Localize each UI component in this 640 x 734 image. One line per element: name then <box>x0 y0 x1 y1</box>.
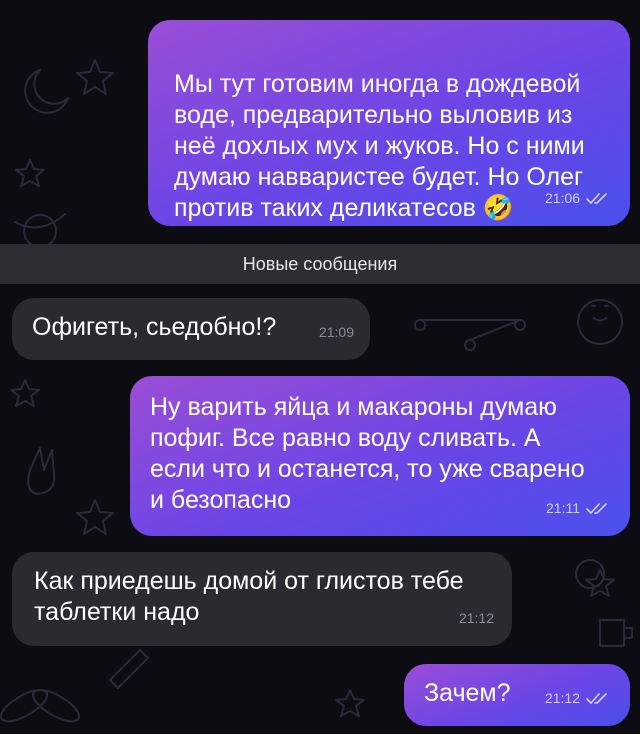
star-icon <box>335 689 365 717</box>
message-meta: 21:12 <box>545 683 610 714</box>
new-messages-divider: Новые сообщения <box>0 244 640 284</box>
star-icon <box>10 379 40 407</box>
message-meta: 21:06 <box>545 183 610 214</box>
hand-icon <box>27 447 56 495</box>
message-text: Как приедешь домой от глистов тебе табле… <box>34 567 464 626</box>
dog-icon <box>577 299 624 345</box>
planet-icon <box>14 213 66 248</box>
message-meta: 21:11 <box>546 493 610 524</box>
rocket-icon <box>109 649 149 689</box>
message-meta: 21:12 <box>459 603 494 634</box>
message-meta: 21:09 <box>319 317 354 348</box>
divider-label: Новые сообщения <box>242 253 398 274</box>
message-time: 21:12 <box>544 690 580 706</box>
message-bubble-incoming[interactable]: Как приедешь домой от глистов тебе табле… <box>12 552 512 646</box>
rofl-emoji: 🤣 <box>482 194 515 222</box>
message-bubble-outgoing[interactable]: Мы тут готовим иногда в дождевой воде, п… <box>148 20 630 226</box>
message-time: 21:09 <box>318 324 354 340</box>
message-bubble-outgoing[interactable]: Ну варить яйца и макароны думаю пофиг. В… <box>130 376 630 536</box>
star-icon <box>15 159 45 187</box>
message-text: Ну варить яйца и макароны думаю пофиг. В… <box>150 393 585 514</box>
star-icon <box>76 499 114 535</box>
moon-icon <box>24 69 69 114</box>
star-icon <box>76 59 114 95</box>
message-bubble-incoming[interactable]: Офигеть, сьедобно!? 21:09 <box>12 298 370 360</box>
double-check-icon <box>586 192 607 204</box>
message-text: Офигеть, сьедобно!? <box>32 313 277 341</box>
message-time: 21:11 <box>546 500 580 516</box>
dots-icon <box>414 319 527 351</box>
message-text: Мы тут готовим иногда в дождевой воде, п… <box>174 70 585 222</box>
message-time: 21:06 <box>544 190 580 206</box>
message-bubble-outgoing[interactable]: Зачем? 21:12 <box>404 664 630 726</box>
cup-icon <box>599 619 633 647</box>
message-time: 21:12 <box>458 610 494 626</box>
atom-icon <box>0 689 81 723</box>
double-check-icon <box>586 692 607 704</box>
double-check-icon <box>586 502 607 514</box>
